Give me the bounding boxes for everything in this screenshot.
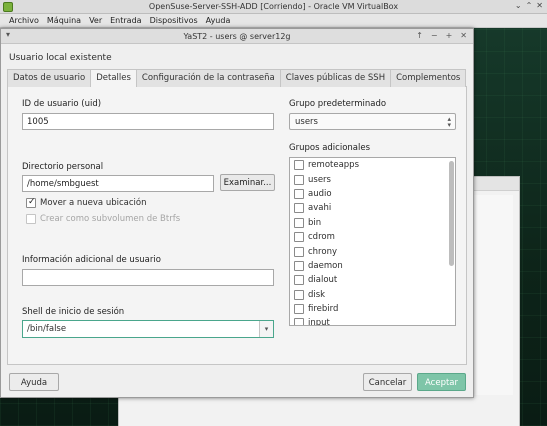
default-group-value: users [295,117,318,127]
group-label: avahi [308,203,332,214]
close-icon[interactable]: ✕ [536,1,543,10]
list-item[interactable]: firebird [290,302,455,316]
list-item[interactable]: cdrom [290,230,455,244]
uid-label: ID de usuario (uid) [22,99,102,109]
group-checkbox[interactable] [294,232,304,243]
group-checkbox[interactable] [294,304,304,315]
extra-info-input[interactable] [22,269,274,286]
dialog-titlebar: ▾ YaST2 - users @ server12g ↑ − + ✕ [1,29,473,44]
list-item[interactable]: avahi [290,201,455,215]
spin-arrows-icon: ▴ ▾ [447,115,451,129]
menu-maquina[interactable]: Máquina [44,14,86,27]
menu-ayuda[interactable]: Ayuda [203,14,236,27]
home-dir-input[interactable]: /home/smbguest [22,175,214,192]
group-checkbox[interactable] [294,275,304,286]
group-label: firebird [308,304,339,315]
group-checkbox[interactable] [294,174,304,185]
group-label: bin [308,217,322,228]
maximize-icon[interactable]: ⌃ [526,1,533,10]
background-window-panel [473,195,513,395]
list-item[interactable]: chrony [290,244,455,258]
menu-ver[interactable]: Ver [86,14,107,27]
list-item[interactable]: disk [290,288,455,302]
move-home-checkbox[interactable] [26,197,36,208]
tab-claves-ssh[interactable]: Claves públicas de SSH [279,69,392,87]
group-checkbox[interactable] [294,160,304,171]
details-panel: ID de usuario (uid) 1005 Directorio pers… [7,87,467,365]
additional-groups-label: Grupos adicionales [289,143,371,153]
shell-combobox[interactable]: /bin/false ▾ [22,320,274,338]
tab-configuracion-contrasena[interactable]: Configuración de la contraseña [135,69,281,87]
group-checkbox[interactable] [294,260,304,271]
minimize-icon[interactable]: ⌄ [515,1,522,10]
btrfs-label: Crear como subvolumen de Btrfs [40,214,181,224]
group-checkbox[interactable] [294,289,304,300]
group-label: daemon [308,260,343,271]
maximize-dialog-icon[interactable]: + [446,31,453,40]
shell-value: /bin/false [27,324,67,334]
group-label: audio [308,188,332,199]
dialog-title: YaST2 - users @ server12g [183,32,291,41]
group-label: users [308,174,331,185]
tab-complementos[interactable]: Complementos [390,69,467,87]
list-item[interactable]: daemon [290,259,455,273]
yast-users-dialog: ▾ YaST2 - users @ server12g ↑ − + ✕ Usua… [0,28,474,398]
virtualbox-titlebar: OpenSuse-Server-SSH-ADD [Corriendo] - Or… [0,0,547,14]
group-label: input [308,318,330,326]
list-item[interactable]: remoteapps [290,158,455,172]
group-checkbox[interactable] [294,246,304,257]
group-label: cdrom [308,232,335,243]
virtualbox-menubar: Archivo Máquina Ver Entrada Dispositivos… [0,14,547,28]
menu-archivo[interactable]: Archivo [6,14,44,27]
minimize-dialog-icon[interactable]: − [431,31,438,40]
dropdown-arrow-icon[interactable]: ▾ [259,321,273,337]
group-checkbox[interactable] [294,203,304,214]
keep-above-icon[interactable]: ↑ [416,31,423,40]
group-label: dialout [308,275,338,286]
group-label: chrony [308,246,337,257]
window-title: OpenSuse-Server-SSH-ADD [Corriendo] - Or… [148,2,399,11]
list-item[interactable]: dialout [290,273,455,287]
group-label: disk [308,289,326,300]
list-item[interactable]: audio [290,187,455,201]
home-dir-label: Directorio personal [22,162,104,172]
tab-bar: Datos de usuario Detalles Configuración … [7,69,467,88]
browse-button[interactable]: Examinar... [220,174,275,191]
default-group-label: Grupo predeterminado [289,99,387,109]
close-dialog-icon[interactable]: ✕ [460,31,467,40]
move-home-checkbox-row[interactable]: Mover a nueva ubicación [26,197,147,208]
group-label: remoteapps [308,160,360,171]
group-checkbox[interactable] [294,188,304,199]
accept-button[interactable]: Aceptar [417,373,466,391]
menu-entrada[interactable]: Entrada [107,14,146,27]
section-title: Usuario local existente [9,53,112,63]
btrfs-checkbox [26,214,36,224]
menu-dispositivos[interactable]: Dispositivos [147,14,203,27]
uid-input[interactable]: 1005 [22,113,274,130]
list-item[interactable]: users [290,172,455,186]
group-checkbox[interactable] [294,217,304,228]
tab-datos-usuario[interactable]: Datos de usuario [7,69,92,87]
additional-groups-list[interactable]: remoteapps users audio avahi bin cdrom c… [289,157,456,326]
cancel-button[interactable]: Cancelar [363,373,412,391]
group-checkbox[interactable] [294,318,304,325]
btrfs-checkbox-row: Crear como subvolumen de Btrfs [26,214,180,224]
shell-label: Shell de inicio de sesión [22,307,125,317]
help-button[interactable]: Ayuda [9,373,59,391]
tab-detalles[interactable]: Detalles [90,69,137,88]
list-item[interactable]: input [290,316,455,326]
default-group-select[interactable]: users ▴ ▾ [289,113,456,130]
move-home-label: Mover a nueva ubicación [40,198,147,208]
extra-info-label: Información adicional de usuario [22,255,161,265]
groups-scrollbar[interactable] [449,161,454,266]
list-item[interactable]: bin [290,216,455,230]
